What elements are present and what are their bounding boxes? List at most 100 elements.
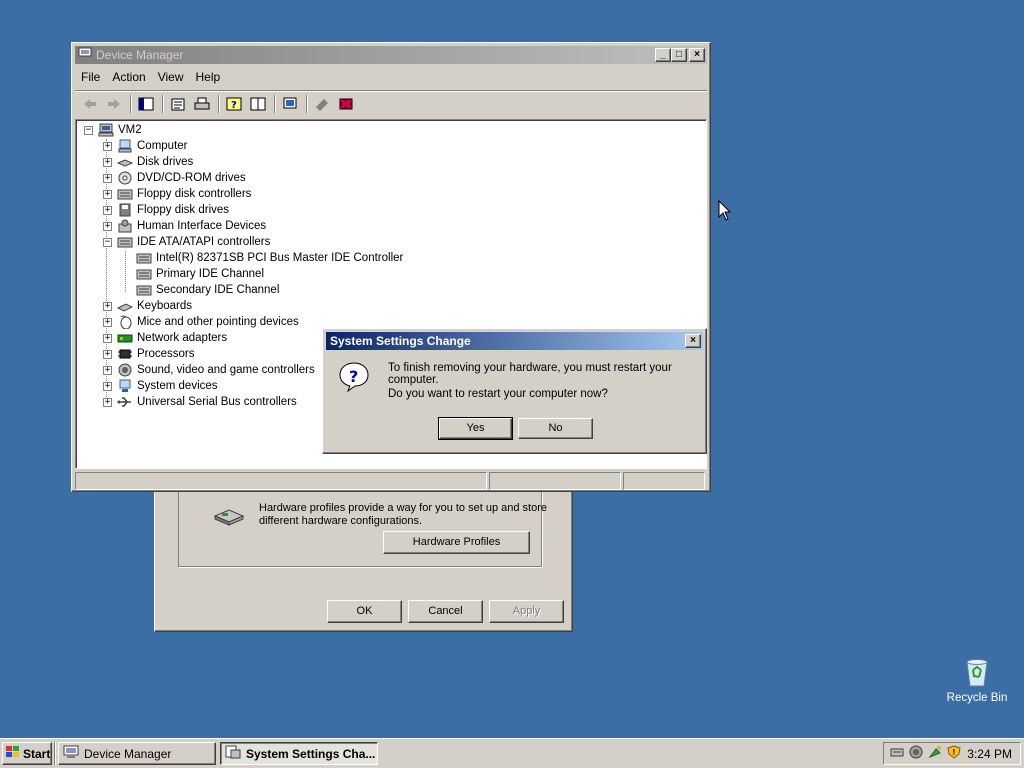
ok-button[interactable]: OK (327, 600, 402, 623)
tree-item-label: Keyboards (137, 300, 192, 312)
menu-action[interactable]: Action (106, 70, 151, 84)
system-icon (117, 379, 133, 393)
expand-icon[interactable]: + (103, 398, 112, 407)
tree-item[interactable]: Computer (117, 138, 188, 154)
show-hide-console-tree-icon[interactable] (135, 94, 157, 114)
tree-item[interactable]: Processors (117, 346, 195, 362)
dialog-title: System Settings Change (330, 334, 471, 348)
yes-button[interactable]: Yes (438, 417, 513, 440)
toolbar-separator (306, 94, 308, 113)
taskbar: Start Device Manager System Settings Cha… (0, 738, 1024, 768)
tree-child-item[interactable]: Primary IDE Channel (136, 266, 264, 282)
tree-child-label: Primary IDE Channel (156, 268, 265, 280)
system-settings-task-icon (225, 745, 241, 762)
uninstall-icon[interactable] (335, 94, 357, 114)
tree-item-label: Sound, video and game controllers (137, 364, 315, 376)
menu-help[interactable]: Help (190, 70, 227, 84)
svg-text:!: ! (952, 748, 956, 757)
root-collapse-icon[interactable]: − (84, 126, 93, 135)
forward-arrow-icon[interactable] (103, 94, 125, 114)
question-icon: ? (338, 361, 370, 396)
expand-icon[interactable]: + (103, 302, 112, 311)
expand-icon[interactable]: + (103, 142, 112, 151)
safely-remove-hardware-icon[interactable] (928, 745, 942, 762)
expand-icon[interactable]: + (103, 190, 112, 199)
minimize-button[interactable]: _ (655, 48, 671, 62)
show-hide-action-pane-icon[interactable] (247, 94, 269, 114)
tree-item[interactable]: Disk drives (116, 154, 193, 170)
task-device-manager[interactable]: Device Manager (58, 742, 216, 765)
tree-item[interactable]: Universal Serial Bus controllers (117, 394, 297, 410)
expand-icon[interactable]: + (103, 222, 112, 231)
expand-icon[interactable]: + (103, 350, 112, 359)
tree-child-item[interactable]: Intel(R) 82371SB PCI Bus Master IDE Cont… (136, 250, 403, 266)
network-tray-icon[interactable] (909, 745, 923, 762)
expand-icon[interactable]: + (103, 366, 112, 375)
dialog-titlebar[interactable]: System Settings Change × (326, 332, 703, 350)
taskbar-separator (54, 742, 56, 765)
tree-item[interactable]: Network adapters (117, 330, 227, 346)
task-system-settings-change[interactable]: System Settings Cha... (220, 742, 378, 765)
toolbar-separator (218, 94, 220, 113)
windows-logo-icon (6, 746, 20, 761)
recycle-bin-label: Recycle Bin (946, 692, 1008, 704)
close-button[interactable]: × (689, 48, 705, 62)
system-settings-change-dialog: System Settings Change × ? To finish rem… (322, 328, 707, 454)
expand-icon[interactable]: + (103, 174, 112, 183)
status-pane-2 (489, 472, 621, 490)
tree-child-item[interactable]: Secondary IDE Channel (136, 282, 279, 298)
help-icon[interactable]: ? (223, 94, 245, 114)
expand-icon[interactable]: + (103, 158, 112, 167)
update-driver-icon[interactable] (311, 94, 333, 114)
dialog-message-line2: Do you want to restart your computer now… (388, 388, 608, 400)
computer-icon (117, 139, 133, 153)
tree-item-label: Human Interface Devices (137, 220, 267, 232)
controller-icon (117, 235, 133, 249)
expand-icon[interactable]: + (103, 206, 112, 215)
status-bar (75, 472, 707, 490)
tree-item[interactable]: IDE ATA/ATAPI controllers (117, 234, 270, 250)
expand-icon[interactable]: + (103, 382, 112, 391)
tree-item[interactable]: Sound, video and game controllers (117, 362, 315, 378)
disk-drive-icon (116, 155, 134, 169)
back-arrow-icon[interactable] (79, 94, 101, 114)
keyboard-tray-icon[interactable] (890, 746, 904, 761)
menu-view[interactable]: View (152, 70, 190, 84)
dialog-close-button[interactable]: × (685, 334, 701, 348)
tree-item[interactable]: DVD/CD-ROM drives (117, 170, 246, 186)
tree-item[interactable]: Human Interface Devices (117, 218, 266, 234)
start-button[interactable]: Start (2, 742, 52, 765)
recycle-bin[interactable]: Recycle Bin (944, 656, 1010, 704)
tree-root-label: VM2 (118, 124, 142, 136)
tree-root[interactable]: VM2 (98, 122, 142, 138)
tree-item[interactable]: Keyboards (116, 298, 192, 314)
expand-icon[interactable]: + (103, 318, 112, 327)
no-button[interactable]: No (518, 418, 593, 439)
keyboard-icon (116, 299, 134, 313)
tree-item[interactable]: Floppy disk controllers (117, 186, 251, 202)
collapse-icon[interactable]: − (103, 238, 112, 247)
scan-hardware-icon[interactable] (279, 94, 301, 114)
svg-text:?: ? (231, 100, 237, 111)
hardware-profiles-button[interactable]: Hardware Profiles (383, 531, 530, 554)
tree-item-label: Universal Serial Bus controllers (137, 396, 297, 408)
tree-item[interactable]: Mice and other pointing devices (117, 314, 299, 330)
mouse-icon (117, 315, 133, 330)
print-icon[interactable] (191, 94, 213, 114)
security-shield-icon[interactable]: ! (947, 745, 961, 762)
maximize-button[interactable]: □ (671, 48, 687, 62)
tree-item[interactable]: Floppy disk drives (117, 202, 229, 218)
device-manager-titlebar[interactable]: Device Manager _ □ × (75, 46, 707, 64)
cancel-button[interactable]: Cancel (408, 600, 483, 623)
expand-icon[interactable]: + (103, 334, 112, 343)
menu-file[interactable]: File (75, 70, 106, 84)
tree-item-label: Mice and other pointing devices (137, 316, 299, 328)
tree-item[interactable]: System devices (117, 378, 218, 394)
hid-icon (117, 219, 133, 233)
tree-item-label: IDE ATA/ATAPI controllers (137, 236, 271, 248)
clock[interactable]: 3:24 PM (967, 747, 1012, 761)
toolbar-separator (274, 94, 276, 113)
usb-icon (117, 395, 133, 409)
status-pane-1 (75, 472, 487, 490)
properties-icon[interactable] (167, 94, 189, 114)
